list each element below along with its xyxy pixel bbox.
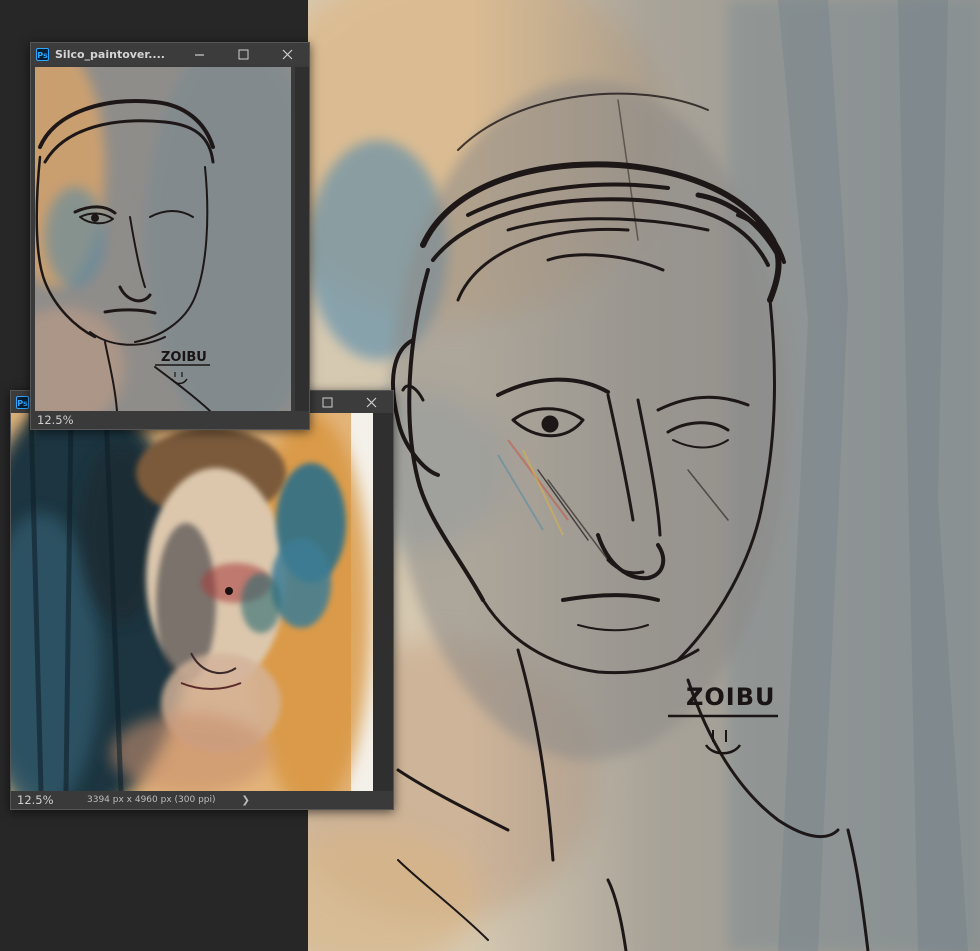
artist-signature: ZOIBU xyxy=(686,683,776,711)
status-menu-arrow-icon[interactable]: ❯ xyxy=(242,795,250,806)
close-button[interactable] xyxy=(349,391,393,413)
maximize-icon xyxy=(238,49,248,59)
minimize-icon xyxy=(194,53,204,56)
close-button[interactable] xyxy=(265,43,309,65)
photoshop-icon: Ps xyxy=(16,395,29,409)
painting-artwork xyxy=(11,413,373,791)
sketch-artwork: ZOIBU xyxy=(308,0,980,951)
painting-canvas[interactable] xyxy=(11,413,373,791)
maximize-button[interactable] xyxy=(305,391,349,413)
minimize-button[interactable] xyxy=(177,43,221,65)
artist-signature-small: ZOIBU xyxy=(161,350,207,365)
close-icon xyxy=(366,397,376,407)
zoom-level[interactable]: 12.5% xyxy=(31,413,79,427)
paintover-artwork: ZOIBU xyxy=(35,67,291,411)
vertical-scrollbar[interactable] xyxy=(373,413,393,791)
close-icon xyxy=(282,49,292,59)
status-bar: 12.5% xyxy=(31,411,309,429)
photoshop-workspace: ZOIBU Ps 12.5% 3394 px x 4960 px (300 pp… xyxy=(0,0,980,951)
photoshop-icon: Ps xyxy=(36,47,49,61)
main-document-canvas[interactable]: ZOIBU xyxy=(308,0,980,951)
document-window-painting[interactable]: Ps 12.5% 3394 px x 4960 px (300 ppi) ❯ xyxy=(10,390,394,810)
status-bar: 12.5% 3394 px x 4960 px (300 ppi) ❯ xyxy=(11,791,393,809)
document-title: Silco_paintover.... xyxy=(55,47,165,61)
maximize-button[interactable] xyxy=(221,43,265,65)
document-dimensions: 3394 px x 4960 px (300 ppi) xyxy=(87,795,216,805)
maximize-icon xyxy=(322,397,332,407)
paintover-canvas[interactable]: ZOIBU xyxy=(35,67,291,411)
titlebar[interactable]: Ps Silco_paintover.... xyxy=(31,43,309,65)
vertical-scrollbar[interactable] xyxy=(295,67,309,411)
document-window-paintover[interactable]: Ps Silco_paintover.... ZOIBU 12.5% xyxy=(30,42,310,430)
zoom-level[interactable]: 12.5% xyxy=(11,793,59,807)
